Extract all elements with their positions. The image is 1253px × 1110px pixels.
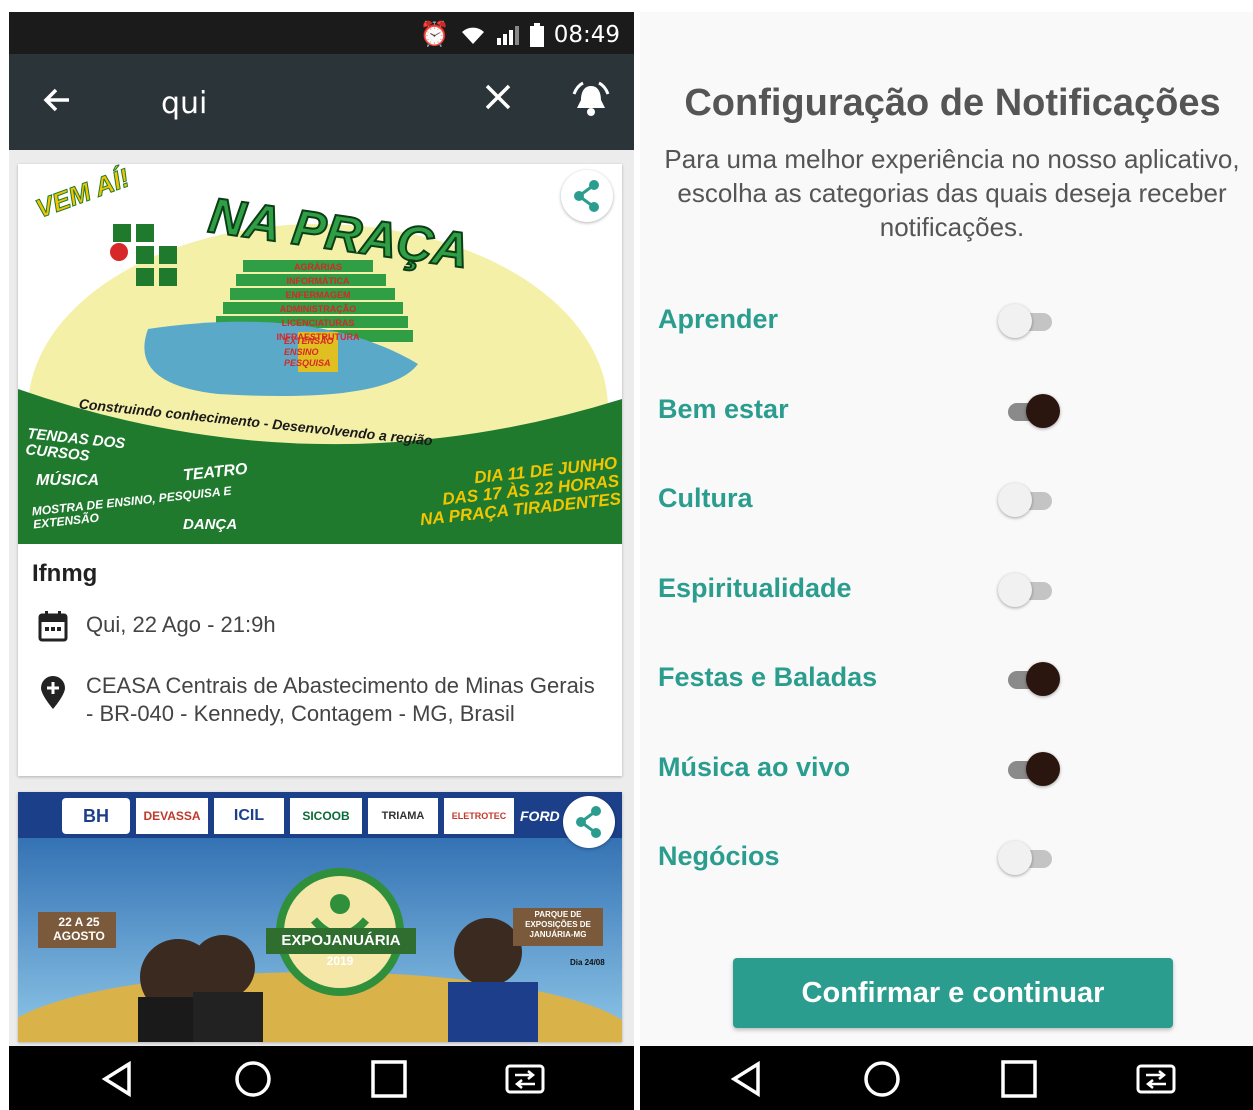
banner-activity: MÚSICA xyxy=(36,472,100,489)
share-button[interactable] xyxy=(561,170,613,222)
events-search-screen: ⏰ 08:49 qui VEM AÍ! NA PRAÇA AGRÁRIAS IN… xyxy=(9,12,634,1110)
category-toggle[interactable] xyxy=(996,839,1058,877)
category-label: Música ao vivo xyxy=(658,752,851,782)
pillar-label: PESQUISA xyxy=(284,358,331,368)
share-icon xyxy=(574,180,599,212)
sponsor-strip: BH DEVASSA ICIL SICOOB TRIAMA ELETROTEC … xyxy=(62,798,622,834)
status-bar: ⏰ 08:49 xyxy=(9,12,634,54)
category-row-espiritualidade[interactable]: Espiritualidade xyxy=(658,565,1238,615)
close-icon[interactable] xyxy=(481,80,515,123)
area-label: LICENCIATURAS xyxy=(281,318,355,328)
event-banner-na-praca: VEM AÍ! NA PRAÇA AGRÁRIAS INFORMÁTICA EN… xyxy=(18,164,622,544)
area-label: AGRÁRIAS xyxy=(293,262,342,272)
category-label: Festas e Baladas xyxy=(658,662,878,692)
notification-settings-screen: Configuração de Notificações Para uma me… xyxy=(640,12,1253,1110)
share-icon xyxy=(576,806,601,838)
category-label: Cultura xyxy=(658,483,753,513)
nav-switch-icon[interactable] xyxy=(503,1060,547,1098)
pillar-label: EXTENSÃO xyxy=(284,336,334,346)
category-toggle[interactable] xyxy=(996,750,1060,788)
category-label: Negócios xyxy=(658,841,780,871)
share-button[interactable] xyxy=(563,796,615,848)
banner-dates: 22 A 25 AGOSTO xyxy=(53,915,105,943)
sponsor-logo: DEVASSA xyxy=(136,798,208,834)
event-card[interactable]: BH DEVASSA ICIL SICOOB TRIAMA ELETROTEC … xyxy=(18,792,622,1042)
nav-switch-icon[interactable] xyxy=(1134,1060,1178,1098)
location-pin-icon xyxy=(40,676,66,710)
category-row-festas-e-baladas[interactable]: Festas e Baladas xyxy=(658,654,1238,704)
category-row-cultura[interactable]: Cultura xyxy=(658,475,1238,525)
area-label: ADMINISTRAÇÃO xyxy=(279,304,357,314)
category-label: Bem estar xyxy=(658,394,789,424)
category-label: Aprender xyxy=(658,304,779,334)
category-row-negocios[interactable]: Negócios xyxy=(658,833,1238,883)
banner-year: 2019 xyxy=(326,954,354,968)
status-icons: ⏰ 08:49 xyxy=(420,20,620,49)
nav-back-icon[interactable] xyxy=(95,1060,139,1098)
alarm-icon: ⏰ xyxy=(419,21,450,48)
event-title: Ifnmg xyxy=(32,560,98,587)
battery-icon xyxy=(529,22,544,47)
confirm-button[interactable]: Confirmar e continuar xyxy=(733,958,1173,1028)
banner-venue: PARQUE DE EXPOSIÇÕES DE JANUÁRIA-MG xyxy=(525,910,591,939)
system-nav-bar xyxy=(640,1046,1253,1110)
banner-event-name: EXPOJANUÁRIA xyxy=(281,932,401,949)
category-row-musica-ao-vivo[interactable]: Música ao vivo xyxy=(658,744,1238,794)
event-location: CEASA Centrais de Abastecimento de Minas… xyxy=(86,673,595,726)
category-toggle[interactable] xyxy=(996,302,1058,340)
nav-back-icon[interactable] xyxy=(724,1060,768,1098)
system-nav-bar xyxy=(9,1046,634,1110)
page-description: Para uma melhor experiência no nosso apl… xyxy=(664,144,1240,242)
area-label: ENFERMAGEM xyxy=(285,290,351,300)
back-arrow-icon[interactable] xyxy=(37,82,77,122)
category-toggle[interactable] xyxy=(996,481,1058,519)
category-row-bem-estar[interactable]: Bem estar xyxy=(658,386,1238,436)
calendar-icon xyxy=(38,610,68,642)
pillar-label: ENSINO xyxy=(284,347,319,357)
sponsor-logo: TRIAMA xyxy=(368,798,438,834)
sponsor-logo: ICIL xyxy=(214,798,284,834)
banner-pillars: EXTENSÃO ENSINO PESQUISA xyxy=(284,336,334,369)
page-title: Configuração de Notificações xyxy=(684,82,1221,124)
nav-recents-icon[interactable] xyxy=(367,1060,411,1098)
nav-home-icon[interactable] xyxy=(231,1060,275,1098)
search-input[interactable]: qui xyxy=(161,86,207,121)
status-time: 08:49 xyxy=(553,21,620,48)
area-label: INFORMÁTICA xyxy=(286,276,350,286)
banner-areas: AGRÁRIAS INFORMÁTICA ENFERMAGEM ADMINIST… xyxy=(248,260,388,344)
bell-icon[interactable] xyxy=(571,80,611,120)
nav-home-icon[interactable] xyxy=(860,1060,904,1098)
sponsor-logo: BH xyxy=(62,798,130,834)
search-app-bar: qui xyxy=(9,54,634,150)
banner-day-tag: Dia 24/08 xyxy=(570,958,605,967)
category-toggle[interactable] xyxy=(996,660,1060,698)
banner-activity: DANÇA xyxy=(183,516,238,533)
sponsor-logo: ELETROTEC xyxy=(444,798,514,834)
screenshot-stage: ⏰ 08:49 qui VEM AÍ! NA PRAÇA AGRÁRIAS IN… xyxy=(0,0,1253,1110)
category-toggle[interactable] xyxy=(996,571,1058,609)
category-toggle[interactable] xyxy=(996,392,1060,430)
wifi-icon xyxy=(461,27,484,44)
category-row-aprender[interactable]: Aprender xyxy=(658,296,1238,346)
signal-icon xyxy=(496,25,519,45)
event-date: Qui, 22 Ago - 21:9h xyxy=(86,612,276,637)
event-banner-expojanuaria: BH DEVASSA ICIL SICOOB TRIAMA ELETROTEC … xyxy=(18,792,622,1042)
category-label: Espiritualidade xyxy=(658,573,852,603)
nav-recents-icon[interactable] xyxy=(997,1060,1041,1098)
event-card[interactable]: VEM AÍ! NA PRAÇA AGRÁRIAS INFORMÁTICA EN… xyxy=(18,164,622,776)
sponsor-logo: SICOOB xyxy=(290,798,362,834)
